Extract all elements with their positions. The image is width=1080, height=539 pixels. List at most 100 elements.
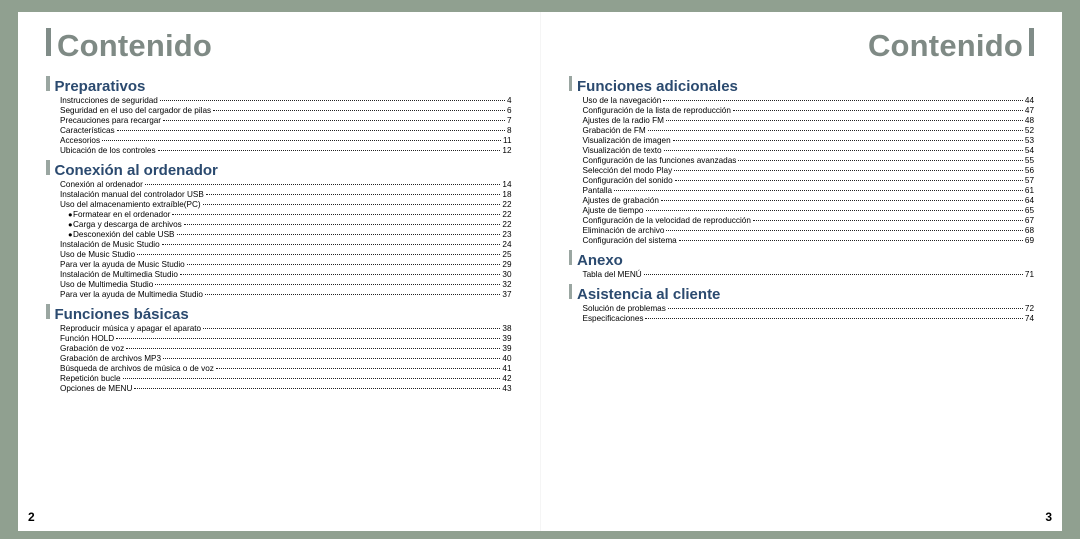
toc-entry-label: Búsqueda de archivos de música o de voz: [60, 364, 214, 374]
section-title: Funciones básicas: [55, 306, 189, 323]
title-bar-icon: [1029, 28, 1034, 56]
leader-dots: [160, 100, 505, 101]
toc-entry-label: Configuración del sistema: [583, 236, 677, 246]
toc-entry-label: Desconexión del cable USB: [73, 230, 175, 240]
toc-entry: Repetición bucle 42: [60, 374, 512, 384]
section-heading: Conexión al ordenador: [46, 160, 512, 179]
section-bar-icon: [569, 284, 573, 299]
toc-entry-page: 42: [502, 374, 511, 384]
toc-entry-page: 64: [1025, 196, 1034, 206]
toc-entry-page: 56: [1025, 166, 1034, 176]
toc-entry: Tabla del MENÚ 71: [583, 270, 1035, 280]
toc-entry: Para ver la ayuda de Multimedia Studio37: [60, 290, 512, 300]
toc-entry-label: Para ver la ayuda de Music Studio: [60, 260, 185, 270]
toc-entry-page: 24: [502, 240, 511, 250]
toc-entry: Configuración del sonido57: [583, 176, 1035, 186]
section-heading: Anexo: [569, 250, 1035, 269]
leader-dots: [184, 224, 501, 225]
leader-dots: [137, 254, 500, 255]
leader-dots: [673, 140, 1023, 141]
page-left: Contenido PreparativosInstrucciones de s…: [18, 12, 540, 531]
toc-entry-page: 74: [1025, 314, 1034, 324]
toc-entry: Visualización de texto54: [583, 146, 1035, 156]
toc-entry-page: 37: [502, 290, 511, 300]
section-bar-icon: [569, 250, 573, 265]
toc-entry-page: 53: [1025, 136, 1034, 146]
leader-dots: [155, 284, 500, 285]
leader-dots: [102, 140, 501, 141]
toc-entry-label: Configuración de la velocidad de reprodu…: [583, 216, 751, 226]
title-row-right: Contenido: [569, 28, 1035, 64]
leader-dots: [675, 180, 1023, 181]
leader-dots: [162, 244, 501, 245]
toc-entry-label: Función HOLD: [60, 334, 114, 344]
toc-entry-page: 39: [502, 334, 511, 344]
toc-entry-page: 18: [502, 190, 511, 200]
toc-entry: Uso de Music Studio 25: [60, 250, 512, 260]
toc-entry: Grabación de archivos MP340: [60, 354, 512, 364]
section-heading: Funciones básicas: [46, 304, 512, 323]
toc-entry-label: Grabación de FM: [583, 126, 646, 136]
toc-entry: Función HOLD 39: [60, 334, 512, 344]
toc-entry-label: Configuración del sonido: [583, 176, 673, 186]
toc-entry: Seguridad en el uso del cargador de pila…: [60, 106, 512, 116]
leader-dots: [648, 130, 1023, 131]
toc-entry-page: 25: [502, 250, 511, 260]
leader-dots: [738, 160, 1023, 161]
toc-entry: Conexión al ordenador14: [60, 180, 512, 190]
toc-entry-page: 32: [502, 280, 511, 290]
toc-entry: Grabación de voz39: [60, 344, 512, 354]
leader-dots: [205, 294, 500, 295]
leader-dots: [117, 130, 505, 131]
leader-dots: [666, 230, 1022, 231]
toc-entry-label: Uso de Music Studio: [60, 250, 135, 260]
leader-dots: [663, 100, 1023, 101]
toc-entry-page: 47: [1025, 106, 1034, 116]
toc-entry-page: 4: [507, 96, 512, 106]
leader-dots: [187, 264, 501, 265]
toc-entry-page: 38: [502, 324, 511, 334]
toc-entry-label: Tabla del MENÚ: [583, 270, 642, 280]
leader-dots: [666, 120, 1023, 121]
toc-entry-page: 29: [502, 260, 511, 270]
toc-list: Reproducir música y apagar el aparato38F…: [60, 324, 512, 394]
leader-dots: [733, 110, 1023, 111]
toc-entry-page: 11: [503, 136, 512, 146]
leader-dots: [177, 234, 501, 235]
toc-entry-label: Reproducir música y apagar el aparato: [60, 324, 201, 334]
toc-entry-page: 61: [1025, 186, 1034, 196]
leader-dots: [216, 368, 501, 369]
toc-entry-page: 22: [502, 210, 511, 220]
toc-entry: Configuración del sistema69: [583, 236, 1035, 246]
title-bar-icon: [46, 28, 51, 56]
toc-entry-page: 22: [502, 220, 511, 230]
page-title: Contenido: [57, 28, 212, 64]
toc-list: Conexión al ordenador14Instalación manua…: [60, 180, 512, 300]
toc-entry-page: 71: [1025, 270, 1034, 280]
leader-dots: [646, 210, 1023, 211]
leader-dots: [172, 214, 500, 215]
toc-section: AnexoTabla del MENÚ 71: [569, 250, 1035, 280]
page-right: Contenido Funciones adicionalesUso de la…: [540, 12, 1063, 531]
toc-entry: Búsqueda de archivos de música o de voz4…: [60, 364, 512, 374]
toc-entry: ●Desconexión del cable USB23: [68, 230, 512, 240]
toc-section: Conexión al ordenadorConexión al ordenad…: [46, 160, 512, 300]
toc-section: Funciones básicasReproducir música y apa…: [46, 304, 512, 394]
toc-body-right: Funciones adicionalesUso de la navegació…: [569, 72, 1035, 326]
toc-entry-page: 8: [507, 126, 512, 136]
toc-entry-label: Ajuste de tiempo: [583, 206, 644, 216]
toc-entry: Solución de problemas72: [583, 304, 1035, 314]
toc-entry-label: Formatear en el ordenador: [73, 210, 170, 220]
leader-dots: [664, 150, 1023, 151]
toc-entry-label: Opciones de MENU: [60, 384, 132, 394]
toc-entry-label: Ajustes de grabación: [583, 196, 659, 206]
section-title: Preparativos: [55, 78, 146, 95]
toc-entry-label: Configuración de las funciones avanzadas: [583, 156, 737, 166]
toc-entry-label: Repetición bucle: [60, 374, 121, 384]
toc-entry-label: Ubicación de los controles: [60, 146, 156, 156]
toc-entry-label: Instalación de Music Studio: [60, 240, 160, 250]
toc-entry-label: Visualización de imagen: [583, 136, 671, 146]
toc-list: Solución de problemas72Especificaciones7…: [583, 304, 1035, 324]
toc-entry-page: 14: [502, 180, 511, 190]
toc-entry: Selección del modo Play56: [583, 166, 1035, 176]
